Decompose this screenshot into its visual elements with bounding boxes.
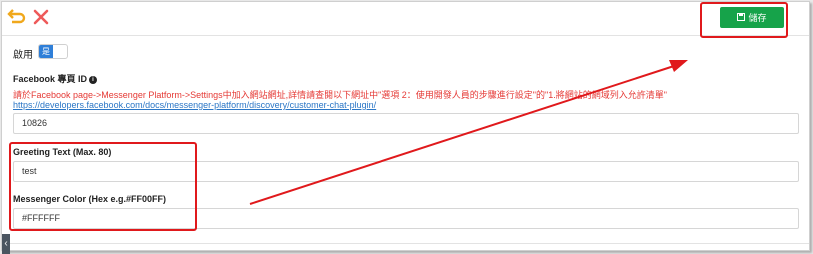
collapse-sidebar-icon[interactable]: ‹ bbox=[2, 234, 10, 254]
close-x-icon[interactable] bbox=[31, 7, 51, 27]
facebook-page-id-input[interactable]: 10826 bbox=[13, 113, 799, 134]
facebook-page-id-label: Facebook 專頁 ID i bbox=[13, 72, 98, 85]
info-icon[interactable]: i bbox=[89, 76, 98, 84]
fields-highlight-box bbox=[9, 142, 197, 231]
save-highlight-box bbox=[700, 2, 788, 38]
enable-toggle-value: 是 bbox=[39, 45, 53, 58]
undo-arrow-icon[interactable] bbox=[7, 7, 27, 27]
enable-label: 啟用 bbox=[13, 50, 33, 61]
toolbar-divider bbox=[2, 35, 809, 36]
facebook-docs-link[interactable]: https://developers.facebook.com/docs/mes… bbox=[13, 100, 376, 110]
settings-panel: 儲存 啟用 是 Facebook 專頁 ID i 請於Facebook page-… bbox=[1, 1, 810, 254]
footer-divider bbox=[2, 243, 809, 244]
enable-toggle[interactable]: 是 bbox=[38, 44, 68, 59]
